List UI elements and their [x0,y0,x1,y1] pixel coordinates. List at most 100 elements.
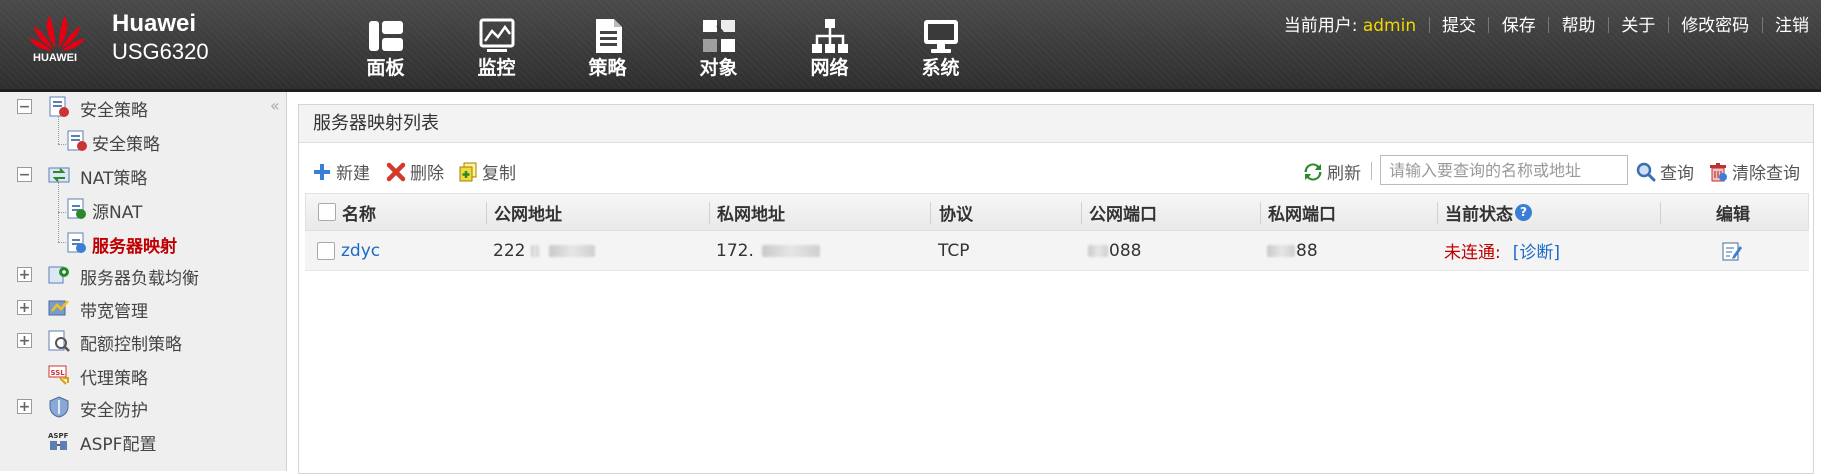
mapping-name-link[interactable]: zdyc [341,241,380,261]
nav-policy[interactable]: 策略 [552,12,663,82]
nav-label: 面板 [366,57,405,79]
nav-object[interactable]: 对象 [663,12,774,82]
redacted-mask [549,244,596,257]
divider [1667,17,1669,33]
new-button[interactable]: 新建 [312,159,370,184]
server-mapping-table: 名称 公网地址 私网地址 协议 公网端口 私网端口 当前状态? 编辑 zdyc … [305,193,1809,271]
column-divider[interactable] [1260,202,1261,224]
divider [1488,17,1490,33]
aspf-icon: ASPF [48,432,69,450]
public-ip-cell: 222 [493,231,596,270]
column-divider[interactable] [1437,202,1438,224]
expand-toggle[interactable]: + [17,300,32,315]
public-ip-value: 222 [493,240,526,261]
logout-link[interactable]: 注销 [1775,16,1809,36]
sidebar-item-label: 配额控制策略 [80,335,182,355]
refresh-button-label: 刷新 [1327,164,1361,184]
collapse-toggle[interactable]: − [17,167,32,182]
tree-connector [58,114,59,144]
column-divider[interactable] [1081,202,1082,224]
panel-title: 服务器映射列表 [299,105,1813,143]
sidebar-item-label: 安全策略 [80,101,148,121]
column-divider[interactable] [486,202,487,224]
nav-label: 系统 [921,57,960,79]
column-header-name[interactable]: 名称 [342,194,376,230]
public-port-cell: 088 [1088,231,1141,270]
column-divider[interactable] [1660,202,1661,224]
object-icon [702,20,735,52]
search-button[interactable]: 查询 [1636,159,1694,184]
list-toolbar: 新建 删除 复制 刷新 查询 清除查询 [299,153,1813,187]
select-all-checkbox[interactable] [318,194,336,230]
top-header: HUAWEI Huawei USG6320 面板 监控 策略 对象 网络 系统 [0,0,1821,92]
ssl-proxy-icon: SSL [48,365,69,385]
nav-monitor[interactable]: 监控 [441,12,552,82]
column-header-status[interactable]: 当前状态? [1445,194,1532,230]
expand-toggle[interactable]: + [17,399,32,414]
change-password-link[interactable]: 修改密码 [1681,16,1749,36]
column-header-protocol[interactable]: 协议 [939,194,973,230]
copy-button-label: 复制 [482,164,516,184]
checkbox-box[interactable] [318,203,336,221]
brand-block: Huawei USG6320 [112,10,209,66]
sidebar-item-label: 代理策略 [80,369,148,389]
current-username: admin [1362,16,1417,36]
device-model: USG6320 [112,39,209,64]
plus-icon [314,163,330,180]
column-header-public-port[interactable]: 公网端口 [1089,194,1157,230]
sidebar-item-label: ASPF配置 [80,435,157,455]
checkbox-box[interactable] [317,241,335,260]
load-balancing-icon [48,266,69,284]
private-port-cell: 88 [1267,231,1318,270]
search-input[interactable] [1380,155,1628,185]
help-icon[interactable]: ? [1515,203,1532,221]
quota-control-icon [48,330,70,352]
about-link[interactable]: 关于 [1621,16,1655,36]
sidebar-tree: « − 安全策略 安全策略 − NAT策略 源NAT 服务器映射 + 服务器负载… [0,92,287,471]
divider [1548,17,1550,33]
delete-button[interactable]: 删除 [386,159,444,184]
policy-doc-icon [67,130,87,151]
delete-x-icon [386,162,406,181]
dashboard-icon [368,21,403,51]
redacted-mask [531,244,540,257]
expand-toggle[interactable]: + [17,267,32,282]
svg-text:ASPF: ASPF [48,432,69,440]
redacted-mask [1267,244,1295,257]
nav-dashboard[interactable]: 面板 [330,12,441,82]
collapse-toggle[interactable]: − [17,99,32,114]
diagnose-link[interactable]: [诊断] [1513,238,1560,263]
clear-search-button[interactable]: 清除查询 [1708,159,1800,184]
column-header-public-ip[interactable]: 公网地址 [494,194,562,230]
column-divider[interactable] [709,202,710,224]
clear-trash-icon [1710,162,1727,181]
search-icon [1636,162,1656,181]
collapse-sidebar-icon[interactable]: « [270,96,280,115]
column-header-edit: 编辑 [1716,204,1750,225]
expand-toggle[interactable]: + [17,333,32,348]
copy-button[interactable]: 复制 [458,159,516,184]
main-nav: 面板 监控 策略 对象 网络 系统 [330,12,996,82]
divider [1607,17,1609,33]
nav-system[interactable]: 系统 [885,12,996,82]
tree-connector [58,242,66,243]
table-header: 名称 公网地址 私网地址 协议 公网端口 私网端口 当前状态? 编辑 [305,193,1809,231]
column-divider[interactable] [930,202,931,224]
clear-search-button-label: 清除查询 [1732,164,1800,184]
save-link[interactable]: 保存 [1502,16,1536,36]
tree-connector [58,144,66,145]
bandwidth-icon [48,300,69,316]
table-row[interactable]: zdyc 222 172. TCP 088 88 未连通: [诊断] [305,231,1809,271]
delete-button-label: 删除 [410,164,444,184]
refresh-button[interactable]: 刷新 [1303,159,1361,184]
row-checkbox[interactable] [317,231,335,270]
submit-link[interactable]: 提交 [1442,16,1476,36]
edit-icon[interactable] [1721,240,1743,262]
column-header-private-port[interactable]: 私网端口 [1268,194,1336,230]
brand-name: Huawei [112,10,197,37]
nav-network[interactable]: 网络 [774,12,885,82]
sidebar-item-label: 带宽管理 [80,302,148,322]
help-link[interactable]: 帮助 [1562,16,1596,36]
column-header-private-ip[interactable]: 私网地址 [717,194,785,230]
toolbar-divider [1371,162,1372,180]
